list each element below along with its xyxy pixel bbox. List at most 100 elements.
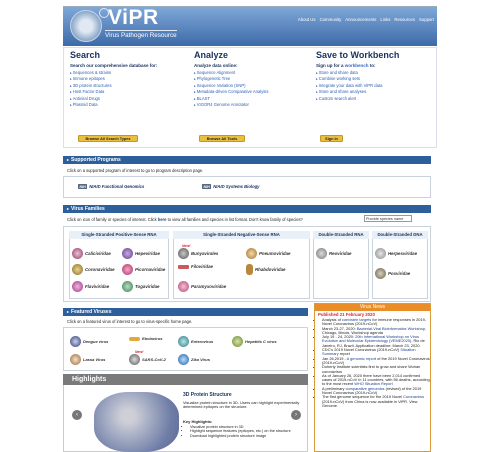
nav-community[interactable]: Community	[320, 17, 342, 22]
site-title[interactable]: ViPR	[108, 6, 159, 30]
featured-viruses-title: Featured Viruses	[71, 309, 112, 315]
protein-structure-image[interactable]	[94, 392, 179, 452]
section-arrow-icon: ▸	[67, 206, 70, 211]
family-caliciviridae[interactable]: Caliciviridae	[72, 248, 111, 259]
ebolavirus-icon	[129, 336, 140, 341]
featured-viruses-bar: ▸ Featured Viruses	[63, 308, 308, 316]
togaviridae-icon	[122, 281, 133, 292]
flaviviridae-icon	[72, 281, 83, 292]
bunyavirales-icon	[178, 248, 189, 259]
family-bunyavirales[interactable]: Bunyavirales	[178, 248, 218, 259]
family-herpesviridae[interactable]: Herpesviridae	[375, 248, 417, 259]
featured-sars-cov-2[interactable]: SARS-CoV-2	[129, 354, 166, 365]
family-poxviridae[interactable]: Poxviridae	[375, 268, 410, 279]
nih-logo-icon: NIH	[78, 184, 88, 189]
family-filoviridae[interactable]: Filoviridae	[178, 264, 213, 269]
supported-programs-bar: ▸ Supported Programs	[63, 156, 431, 164]
news-link[interactable]: A genomic report	[347, 356, 376, 361]
ds-rna-heading: Double-Stranded RNA	[313, 231, 369, 239]
tool-link-vigor4[interactable]: VIGOR4 Genome Annotator	[194, 102, 268, 108]
zika-icon	[178, 354, 189, 365]
workbench-subtitle: Sign up for a workbench to:	[316, 63, 376, 68]
featured-lassa[interactable]: Lassa Virus	[70, 354, 105, 365]
sign-in-button[interactable]: Sign In	[320, 135, 343, 142]
hepeviridae-icon	[122, 248, 133, 259]
ds-rna-group	[313, 231, 369, 299]
virus-news-panel: Virus News Published 21 February 2020 An…	[314, 303, 431, 452]
featured-hepatitis-c[interactable]: Hepatitis C virus	[232, 336, 277, 347]
family-rhabdoviridae[interactable]: Rhabdoviridae	[246, 264, 286, 275]
highlight-feature-desc: Visualize protein structure in 3D. Users…	[183, 400, 300, 410]
virus-news-title: Virus News	[315, 304, 430, 311]
coronaviridae-icon	[72, 264, 83, 275]
species-search-input[interactable]: Provide species name	[364, 215, 412, 222]
nav-links[interactable]: Links	[380, 17, 390, 22]
featured-dengue[interactable]: Dengue virus	[70, 336, 108, 347]
workbench-link[interactable]: workbench	[345, 63, 369, 68]
ds-dna-group	[372, 231, 428, 299]
search-heading: Search	[70, 50, 101, 60]
highlight-feature-title[interactable]: 3D Protein Structure	[183, 392, 232, 398]
family-paramyxoviridae[interactable]: Paramyxoviridae	[178, 281, 226, 292]
key-highlights-list: Visualize protein structure in 3D Highli…	[190, 425, 300, 438]
family-picornaviridae[interactable]: Picornaviridae	[122, 264, 165, 275]
family-pneumoviridae[interactable]: Pneumoviridae	[246, 248, 290, 259]
search-link-plasmid[interactable]: Plasmid Data	[70, 102, 157, 108]
top-nav: About Us Community Announcements Links R…	[298, 17, 434, 22]
virus-families-bar: ▸ Virus Families	[63, 205, 431, 213]
program-niaid-systems-biology[interactable]: NIH NIAID Systems Biology	[202, 184, 260, 189]
ss-negative-heading: Single-Stranded Negative-Sense RNA	[173, 231, 310, 239]
analyze-heading: Analyze	[194, 50, 229, 60]
featured-zika[interactable]: Zika Virus	[178, 354, 210, 365]
enterovirus-icon	[178, 336, 189, 347]
search-subtitle: Search our comprehensive database for:	[70, 63, 158, 68]
virus-families-title: Virus Families	[71, 206, 105, 212]
lassa-icon	[70, 354, 81, 365]
family-reoviridae[interactable]: Reoviridae	[316, 248, 351, 259]
family-hepeviridae[interactable]: Hepeviridae	[122, 248, 160, 259]
browse-all-search-types-button[interactable]: Browse All Search Types	[78, 135, 138, 142]
vipr-logo-icon[interactable]	[70, 10, 102, 42]
family-togaviridae[interactable]: Togaviridae	[122, 281, 159, 292]
nav-resources[interactable]: Resources	[394, 17, 415, 22]
section-arrow-icon: ▸	[67, 157, 70, 162]
browse-all-tools-button[interactable]: Browse All Tools	[199, 135, 245, 142]
supported-programs-desc: Click on a supported program of interest…	[67, 168, 204, 173]
ds-dna-heading: Double-Stranded DNA	[372, 231, 428, 239]
supported-programs-title: Supported Programs	[71, 157, 121, 163]
pneumoviridae-icon	[246, 248, 257, 259]
tool-link-metadata[interactable]: Metadata-driven Comparative Analysis	[194, 89, 269, 95]
caliciviridae-icon	[72, 248, 83, 259]
key-highlights-title: Key Highlights:	[183, 419, 213, 424]
carousel-next-icon[interactable]: ›	[291, 410, 301, 420]
sars-cov-2-icon	[129, 354, 140, 365]
nav-announcements[interactable]: Announcements	[345, 17, 376, 22]
news-item: The first genome sequence for the 2019 N…	[322, 395, 430, 408]
virus-families-desc: Click on icon of family or species of in…	[67, 217, 303, 222]
workbench-link-alert[interactable]: Custom search alert	[316, 96, 399, 102]
paramyxoviridae-icon	[178, 281, 189, 292]
highlights-title: Highlights	[63, 374, 308, 385]
program-niaid-functional-genomics[interactable]: NIH NIAID Functional Genomics	[78, 184, 144, 189]
picornaviridae-icon	[122, 264, 133, 275]
featured-viruses-desc: Click on a featured virus of interest to…	[67, 319, 193, 324]
featured-enterovirus[interactable]: Enterovirus	[178, 336, 213, 347]
family-flaviviridae[interactable]: Flaviviridae	[72, 281, 109, 292]
workbench-heading: Save to Workbench	[316, 50, 400, 60]
hepatitis-c-icon	[232, 336, 243, 347]
site-subtitle: Virus Pathogen Resource	[105, 30, 177, 39]
nav-support[interactable]: Support	[419, 17, 434, 22]
family-coronaviridae[interactable]: Coronaviridae	[72, 264, 115, 275]
nih-logo-icon: NIH	[202, 184, 212, 189]
search-column: Search Search our comprehensive database…	[70, 50, 157, 108]
herpesviridae-icon	[375, 248, 386, 259]
carousel-prev-icon[interactable]: ‹	[72, 410, 82, 420]
ss-positive-heading: Single-Stranded Positive-Sense RNA	[69, 231, 169, 239]
dengue-icon	[70, 336, 81, 347]
workbench-column: Save to Workbench Sign up for a workbenc…	[316, 50, 399, 102]
rhabdoviridae-icon	[246, 264, 253, 275]
key-highlight-item: Download highlighted protein structure i…	[190, 434, 300, 438]
analyze-column: Analyze Analyze data online: Sequence Al…	[194, 50, 268, 108]
featured-ebolavirus[interactable]: Ebolavirus	[129, 336, 162, 341]
nav-about-us[interactable]: About Us	[298, 17, 316, 22]
